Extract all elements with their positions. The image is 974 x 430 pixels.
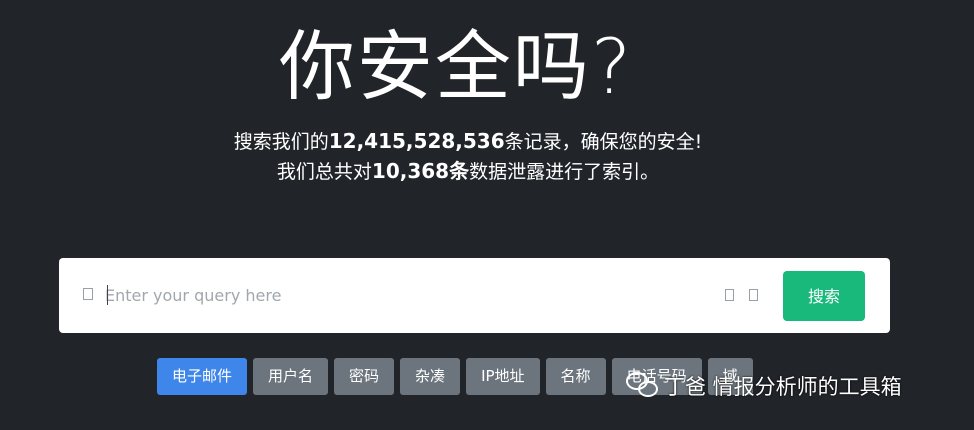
search-icon xyxy=(83,288,93,300)
clear-icon[interactable] xyxy=(725,289,734,301)
tab-username[interactable]: 用户名 xyxy=(253,358,329,395)
options-icon[interactable] xyxy=(749,289,758,301)
watermark: 丁爸 情报分析师的工具箱 xyxy=(626,366,902,406)
records-line: 搜索我们的12,415,528,536条记录，确保您的安全! xyxy=(0,128,936,155)
tab-password[interactable]: 密码 xyxy=(334,358,395,395)
records-prefix: 搜索我们的 xyxy=(233,131,329,153)
tab-name[interactable]: 名称 xyxy=(545,358,606,395)
search-box: 搜索 xyxy=(59,258,890,333)
tab-ip-address[interactable]: IP地址 xyxy=(466,358,540,395)
search-button[interactable]: 搜索 xyxy=(783,271,865,321)
breaches-line: 我们总共对10,368条数据泄露进行了索引。 xyxy=(0,158,936,185)
page-title: 你安全吗? xyxy=(278,22,634,111)
breaches-suffix: 数据泄露进行了索引。 xyxy=(469,161,660,183)
wechat-icon xyxy=(626,372,660,400)
watermark-text: 丁爸 情报分析师的工具箱 xyxy=(664,375,902,399)
records-count: 12,415,528,536 xyxy=(328,129,505,153)
records-suffix: 条记录，确保您的安全! xyxy=(504,131,703,153)
page: 你安全吗? 搜索我们的12,415,528,536条记录，确保您的安全! 我们总… xyxy=(0,0,974,430)
breaches-count: 10,368条 xyxy=(371,159,470,183)
tab-email[interactable]: 电子邮件 xyxy=(157,358,248,395)
tab-hash[interactable]: 杂凑 xyxy=(400,358,461,395)
text-cursor xyxy=(107,285,108,305)
breaches-prefix: 我们总共对 xyxy=(276,161,372,183)
search-input[interactable] xyxy=(105,280,705,310)
